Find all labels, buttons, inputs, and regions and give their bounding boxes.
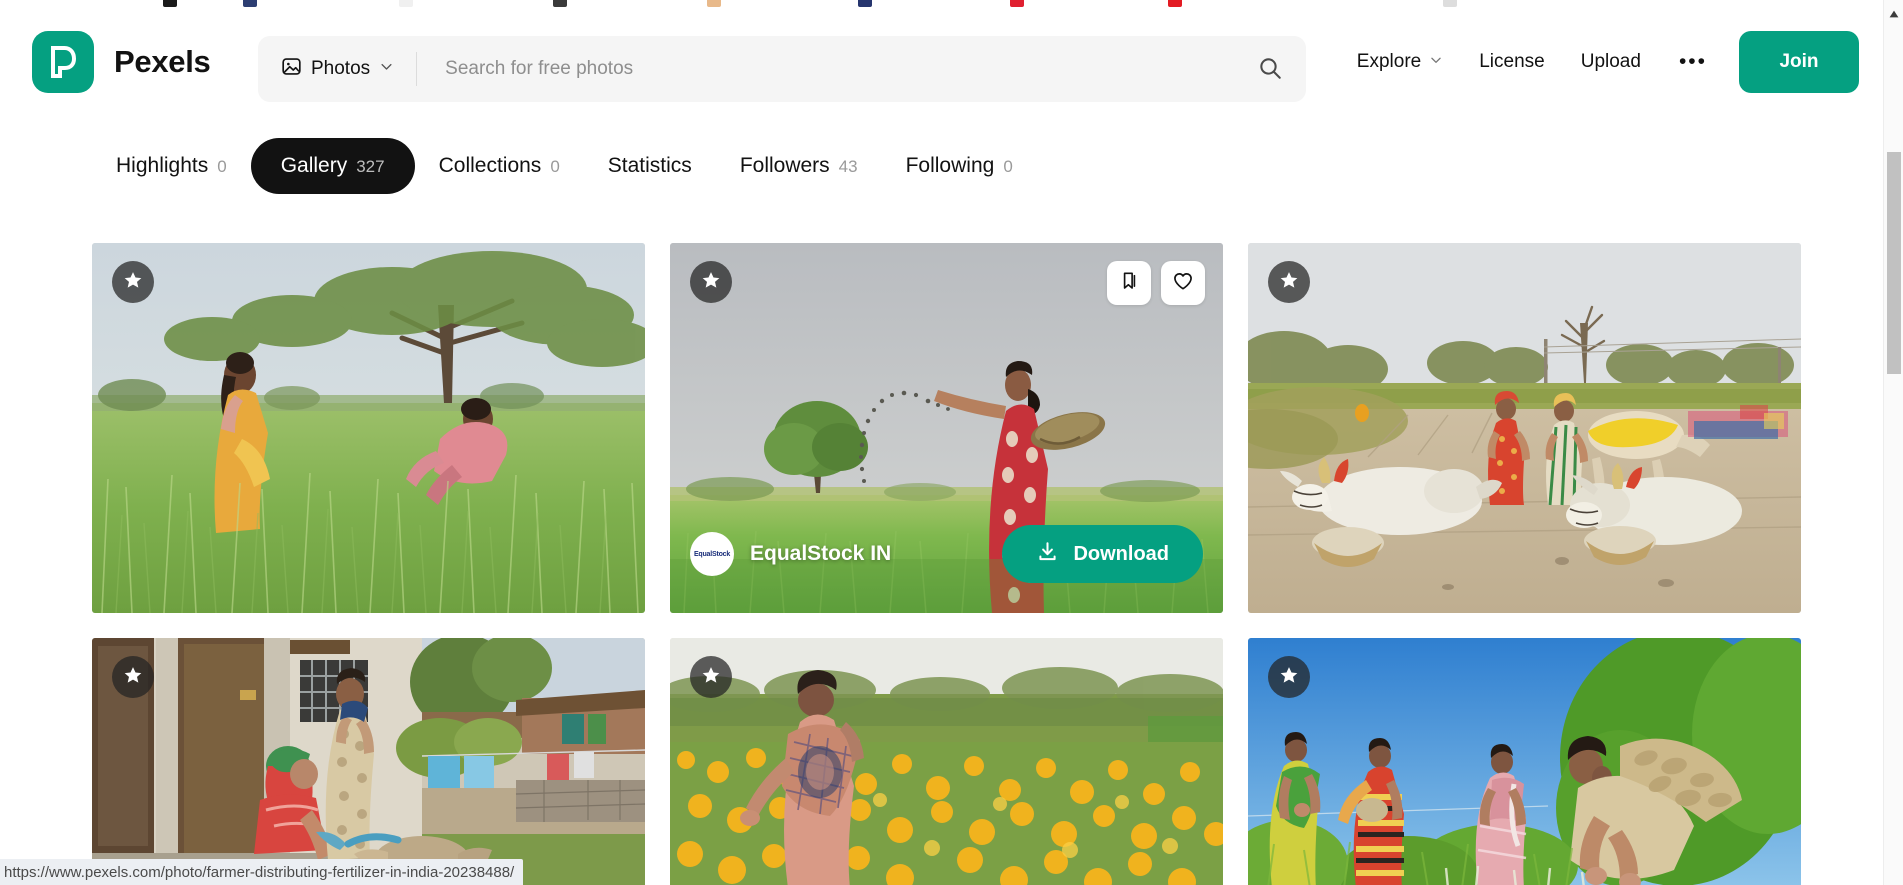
photo-image <box>1248 638 1801 885</box>
page-root: Pexels Photos Search for free photos Exp… <box>0 0 1903 885</box>
featured-star-badge[interactable] <box>1268 261 1310 303</box>
photo-card[interactable] <box>1248 638 1801 885</box>
download-label: Download <box>1073 542 1169 565</box>
avatar-label: EqualStock <box>693 550 731 558</box>
heart-icon <box>1172 270 1194 297</box>
tab-gallery-count: 327 <box>356 157 385 176</box>
photo-card-footer: EqualStock EqualStock IN Download <box>670 495 1223 613</box>
search-icon <box>1257 55 1283 84</box>
favicon <box>399 0 413 7</box>
search-submit-button[interactable] <box>1234 36 1306 102</box>
star-icon <box>1279 270 1299 295</box>
star-icon <box>701 270 721 295</box>
favicon <box>707 0 721 7</box>
star-icon <box>123 665 143 690</box>
tab-collections[interactable]: Collections 0 <box>415 138 584 194</box>
ellipsis-icon[interactable]: ••• <box>1659 51 1727 71</box>
photo-author-name: EqualStock IN <box>750 542 892 565</box>
logo-home-link[interactable]: Pexels <box>32 31 211 93</box>
favicon <box>243 0 257 7</box>
scrollbar-thumb[interactable] <box>1887 152 1901 374</box>
search-input[interactable] <box>417 36 1234 102</box>
favicon <box>553 0 567 7</box>
tab-statistics[interactable]: Statistics <box>584 138 716 194</box>
photo-grid: EqualStock EqualStock IN Download <box>92 243 1802 885</box>
photo-card[interactable] <box>1248 243 1801 613</box>
header-nav: Explore License Upload ••• Join <box>1339 8 1859 116</box>
tab-collections-label: Collections <box>438 154 542 177</box>
photo-image <box>1248 243 1801 613</box>
featured-star-badge[interactable] <box>112 261 154 303</box>
grid-column: EqualStock EqualStock IN Download <box>670 243 1223 885</box>
photo-card[interactable] <box>670 638 1223 885</box>
photo-card[interactable] <box>92 638 645 885</box>
favicon <box>858 0 872 7</box>
featured-star-badge[interactable] <box>690 261 732 303</box>
favicon <box>1010 0 1024 7</box>
photo-author-link[interactable]: EqualStock EqualStock IN <box>690 532 891 576</box>
tab-highlights[interactable]: Highlights 0 <box>92 138 251 194</box>
tab-highlights-label: Highlights <box>116 154 209 177</box>
star-icon <box>123 270 143 295</box>
bookmark-icon <box>1118 270 1140 297</box>
featured-star-badge[interactable] <box>1268 656 1310 698</box>
nav-license[interactable]: License <box>1461 51 1563 73</box>
chevron-down-icon <box>1429 51 1443 73</box>
tab-highlights-count: 0 <box>217 157 227 176</box>
featured-star-badge[interactable] <box>690 656 732 698</box>
photo-image <box>92 243 645 613</box>
photo-image <box>670 638 1223 885</box>
tab-gallery[interactable]: Gallery 327 <box>250 138 415 194</box>
tab-following-label: Following <box>905 154 995 177</box>
tab-followers[interactable]: Followers 43 <box>716 138 882 194</box>
image-icon <box>281 56 302 82</box>
tab-followers-count: 43 <box>838 157 858 176</box>
tab-following[interactable]: Following 0 <box>882 138 1037 194</box>
avatar: EqualStock <box>690 532 734 576</box>
add-to-collection-button[interactable] <box>1107 261 1151 305</box>
photo-card-hovered[interactable]: EqualStock EqualStock IN Download <box>670 243 1223 613</box>
like-button[interactable] <box>1161 261 1205 305</box>
grid-column <box>1248 243 1801 885</box>
site-header: Pexels Photos Search for free photos Exp… <box>0 8 1883 116</box>
scroll-up-arrow-icon[interactable] <box>1884 4 1903 24</box>
search-type-label: Photos <box>311 58 371 79</box>
favicon <box>163 0 177 7</box>
tab-gallery-label: Gallery <box>280 154 348 177</box>
tab-followers-label: Followers <box>739 154 830 177</box>
chevron-down-icon <box>379 59 394 79</box>
star-icon <box>701 665 721 690</box>
nav-explore-label: Explore <box>1356 51 1422 72</box>
tab-collections-count: 0 <box>550 157 560 176</box>
search-type-dropdown[interactable]: Photos <box>258 49 416 89</box>
join-button[interactable]: Join <box>1739 31 1859 93</box>
featured-star-badge[interactable] <box>112 656 154 698</box>
nav-explore[interactable]: Explore <box>1339 51 1461 73</box>
bookmark-bar-sliver <box>0 0 1883 8</box>
brand-name: Pexels <box>114 44 211 79</box>
profile-tabs: Highlights 0 Gallery 327 Collections 0 S… <box>0 120 1883 322</box>
star-icon <box>1279 665 1299 690</box>
browser-status-bar: https://www.pexels.com/photo/farmer-dist… <box>0 859 524 885</box>
photo-image <box>92 638 645 885</box>
download-button[interactable]: Download <box>1002 525 1203 583</box>
nav-upload[interactable]: Upload <box>1563 51 1659 73</box>
photo-hover-actions <box>1107 261 1205 305</box>
favicon <box>1443 0 1457 7</box>
grid-column <box>92 243 645 885</box>
tab-statistics-label: Statistics <box>607 154 692 177</box>
photo-card[interactable] <box>92 243 645 613</box>
pexels-p-logo-icon <box>32 31 94 93</box>
search-bar: Photos <box>258 36 1306 102</box>
download-icon <box>1036 540 1059 569</box>
tab-following-count: 0 <box>1003 157 1013 176</box>
favicon <box>1168 0 1182 7</box>
page-scrollbar[interactable] <box>1883 0 1903 885</box>
